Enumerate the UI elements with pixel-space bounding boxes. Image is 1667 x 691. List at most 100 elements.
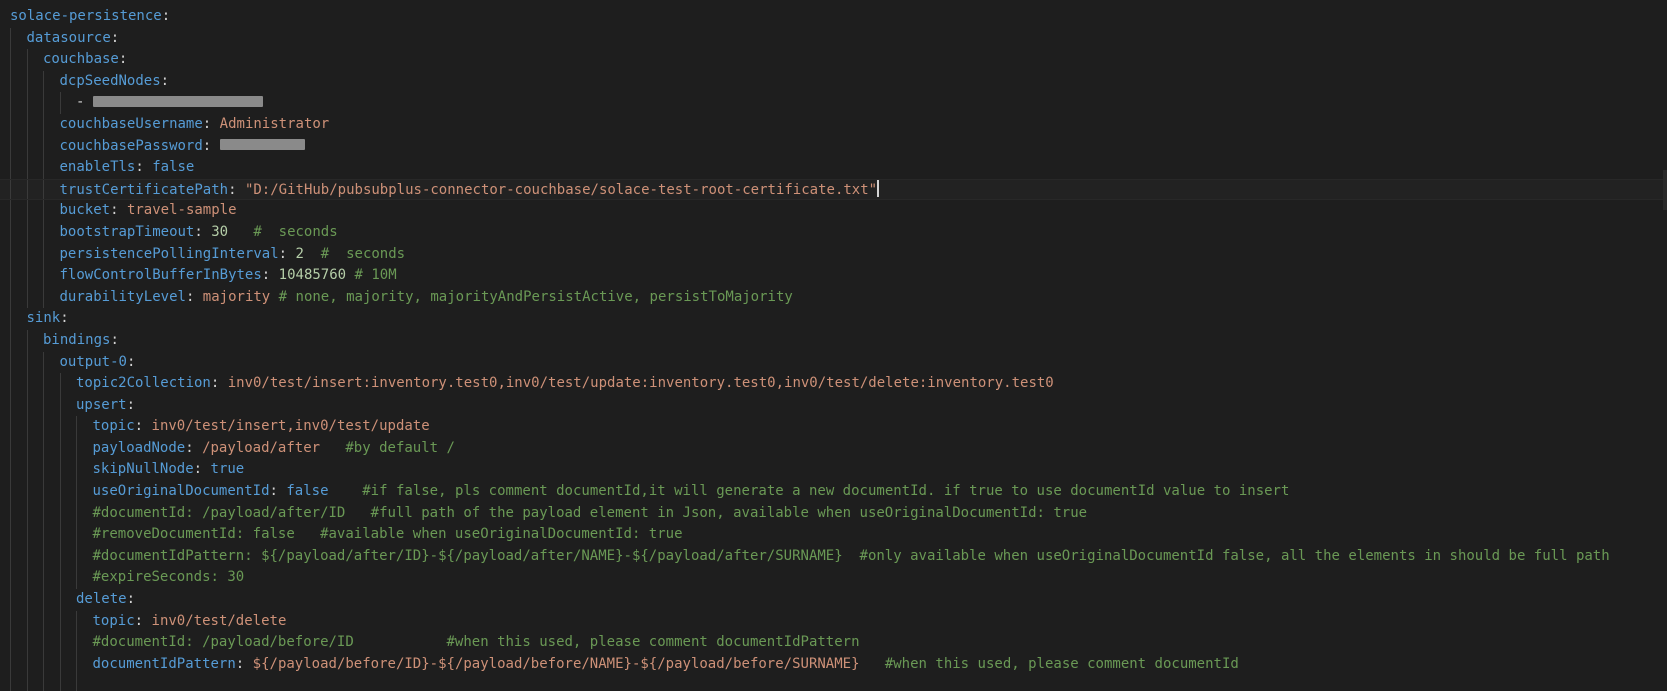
- indent-guide: [43, 221, 44, 244]
- indent-guide: [59, 481, 61, 503]
- yaml-key: solace-persistence: [10, 8, 162, 24]
- indent-guide: [26, 589, 28, 611]
- code-line[interactable]: sink:: [0, 308, 1667, 330]
- indent-guide: [26, 567, 28, 590]
- indent-guide: [10, 49, 11, 71]
- punctuation: :: [202, 137, 220, 154]
- boolean-value: false: [152, 159, 195, 176]
- indent-guide: [43, 113, 44, 136]
- punctuation: :: [193, 461, 211, 478]
- indent-guide: [10, 351, 11, 374]
- code-lines: solace-persistence: datasource: couchbase:…: [0, 6, 1667, 691]
- comment: # seconds: [228, 223, 338, 240]
- indent-guide: [43, 373, 44, 395]
- code-line[interactable]: couchbaseUsername: Administrator: [0, 113, 1667, 136]
- code-line[interactable]: -: [0, 92, 1667, 114]
- code-line[interactable]: solace-persistence:: [0, 6, 1667, 28]
- indent-guide: [10, 135, 11, 158]
- boolean-value: false: [286, 483, 329, 500]
- code-line[interactable]: dcpSeedNodes:: [0, 70, 1667, 93]
- indent-guide: [76, 610, 77, 633]
- punctuation: :: [210, 375, 228, 392]
- comment: #documentIdPattern: ${/payload/after/ID}…: [92, 547, 1610, 564]
- indent-guide: [43, 70, 44, 93]
- yaml-key: persistencePollingInterval: [59, 245, 279, 262]
- code-editor[interactable]: solace-persistence: datasource: couchbase:…: [0, 0, 1667, 691]
- comment: #if false, pls comment documentId,it wil…: [328, 483, 1290, 500]
- yaml-key: trustCertificatePath: [59, 181, 229, 198]
- code-line[interactable]: flowControlBufferInBytes: 10485760 # 10M: [0, 265, 1667, 287]
- string-value: inv0/test/delete: [151, 612, 287, 629]
- code-line[interactable]: topic: inv0/test/insert,inv0/test/update: [0, 416, 1667, 438]
- code-line[interactable]: couchbasePassword:: [0, 135, 1667, 158]
- yaml-key: documentIdPattern: [92, 655, 236, 672]
- indent-guide: [76, 481, 77, 503]
- code-line[interactable]: #documentIdPattern: ${/payload/after/ID}…: [0, 545, 1667, 568]
- code-line[interactable]: useOriginalDocumentId: false #if false, …: [0, 481, 1667, 503]
- code-line[interactable]: #expireSeconds: 30: [0, 567, 1667, 590]
- code-line[interactable]: upsert:: [0, 394, 1667, 417]
- indent-guide: [43, 502, 44, 525]
- string-value: inv0/test/insert,inv0/test/update: [151, 418, 430, 435]
- code-line[interactable]: bucket: travel-sample: [0, 200, 1667, 222]
- punctuation: -: [76, 94, 93, 111]
- indent-guide: [10, 92, 11, 114]
- indent-guide: [10, 308, 11, 330]
- punctuation: :: [126, 591, 136, 608]
- code-line[interactable]: #documentId: /payload/before/ID #when th…: [0, 632, 1667, 654]
- indent-guide: [10, 653, 11, 676]
- yaml-key: couchbasePassword: [59, 137, 203, 154]
- string-value: ${/payload/before/ID}-${/payload/before/…: [252, 655, 860, 672]
- code-line[interactable]: #removeDocumentId: false #available when…: [0, 524, 1667, 546]
- indent-guide: [43, 524, 44, 546]
- indent-guide: [76, 675, 77, 691]
- indent-guide: [10, 524, 11, 546]
- text-cursor: [877, 179, 880, 197]
- indent-guide: [10, 27, 11, 50]
- code-line[interactable]: durabilityLevel: majority # none, majori…: [0, 286, 1667, 309]
- indent-guide: [76, 567, 77, 590]
- code-line[interactable]: #documentId: /payload/after/ID #full pat…: [0, 502, 1667, 525]
- yaml-key: topic2Collection: [76, 375, 211, 392]
- code-line[interactable]: topic2Collection: inv0/test/insert:inven…: [0, 373, 1667, 395]
- indent-guide: [76, 502, 77, 525]
- code-line[interactable]: couchbase:: [0, 49, 1667, 71]
- indent-guide: [43, 632, 44, 654]
- indent-guide: [59, 373, 61, 395]
- indent-guide: [43, 135, 44, 158]
- code-line[interactable]: delete:: [0, 589, 1667, 611]
- code-line[interactable]: bootstrapTimeout: 30 # seconds: [0, 221, 1667, 244]
- code-line[interactable]: trustCertificatePath: "D:/GitHub/pubsubp…: [0, 178, 1667, 201]
- redacted-value: [219, 139, 305, 151]
- code-line[interactable]: output-0:: [0, 351, 1667, 374]
- code-line[interactable]: bindings:: [0, 329, 1667, 352]
- code-line[interactable]: enableTls: false: [0, 157, 1667, 179]
- indent-guide: [26, 221, 28, 244]
- code-line[interactable]: payloadNode: /payload/after #by default …: [0, 437, 1667, 460]
- punctuation: :: [110, 331, 119, 348]
- indent-guide: [59, 567, 61, 590]
- code-line[interactable]: [0, 675, 1667, 691]
- string-value: Administrator: [219, 115, 330, 132]
- yaml-key: upsert: [76, 396, 127, 413]
- scrollbar-marker[interactable]: [1663, 170, 1667, 210]
- indent-guide: [43, 157, 44, 179]
- comment: # 10M: [346, 267, 397, 284]
- code-line[interactable]: persistencePollingInterval: 2 # seconds: [0, 243, 1667, 266]
- number-value: 30: [211, 223, 229, 240]
- indent-guide: [10, 221, 11, 244]
- punctuation: :: [278, 245, 296, 262]
- indent-guide: [10, 157, 11, 179]
- indent-guide: [43, 459, 44, 482]
- code-line[interactable]: documentIdPattern: ${/payload/before/ID}…: [0, 653, 1667, 676]
- yaml-key: enableTls: [59, 159, 136, 176]
- indent-guide: [59, 502, 61, 525]
- code-line[interactable]: skipNullNode: true: [0, 459, 1667, 482]
- indent-guide: [43, 437, 44, 460]
- indent-guide: [26, 92, 28, 114]
- code-line[interactable]: topic: inv0/test/delete: [0, 610, 1667, 633]
- indent-guide: [43, 675, 44, 691]
- indent-guide: [43, 545, 44, 568]
- code-line[interactable]: datasource:: [0, 27, 1667, 50]
- punctuation: :: [261, 267, 279, 284]
